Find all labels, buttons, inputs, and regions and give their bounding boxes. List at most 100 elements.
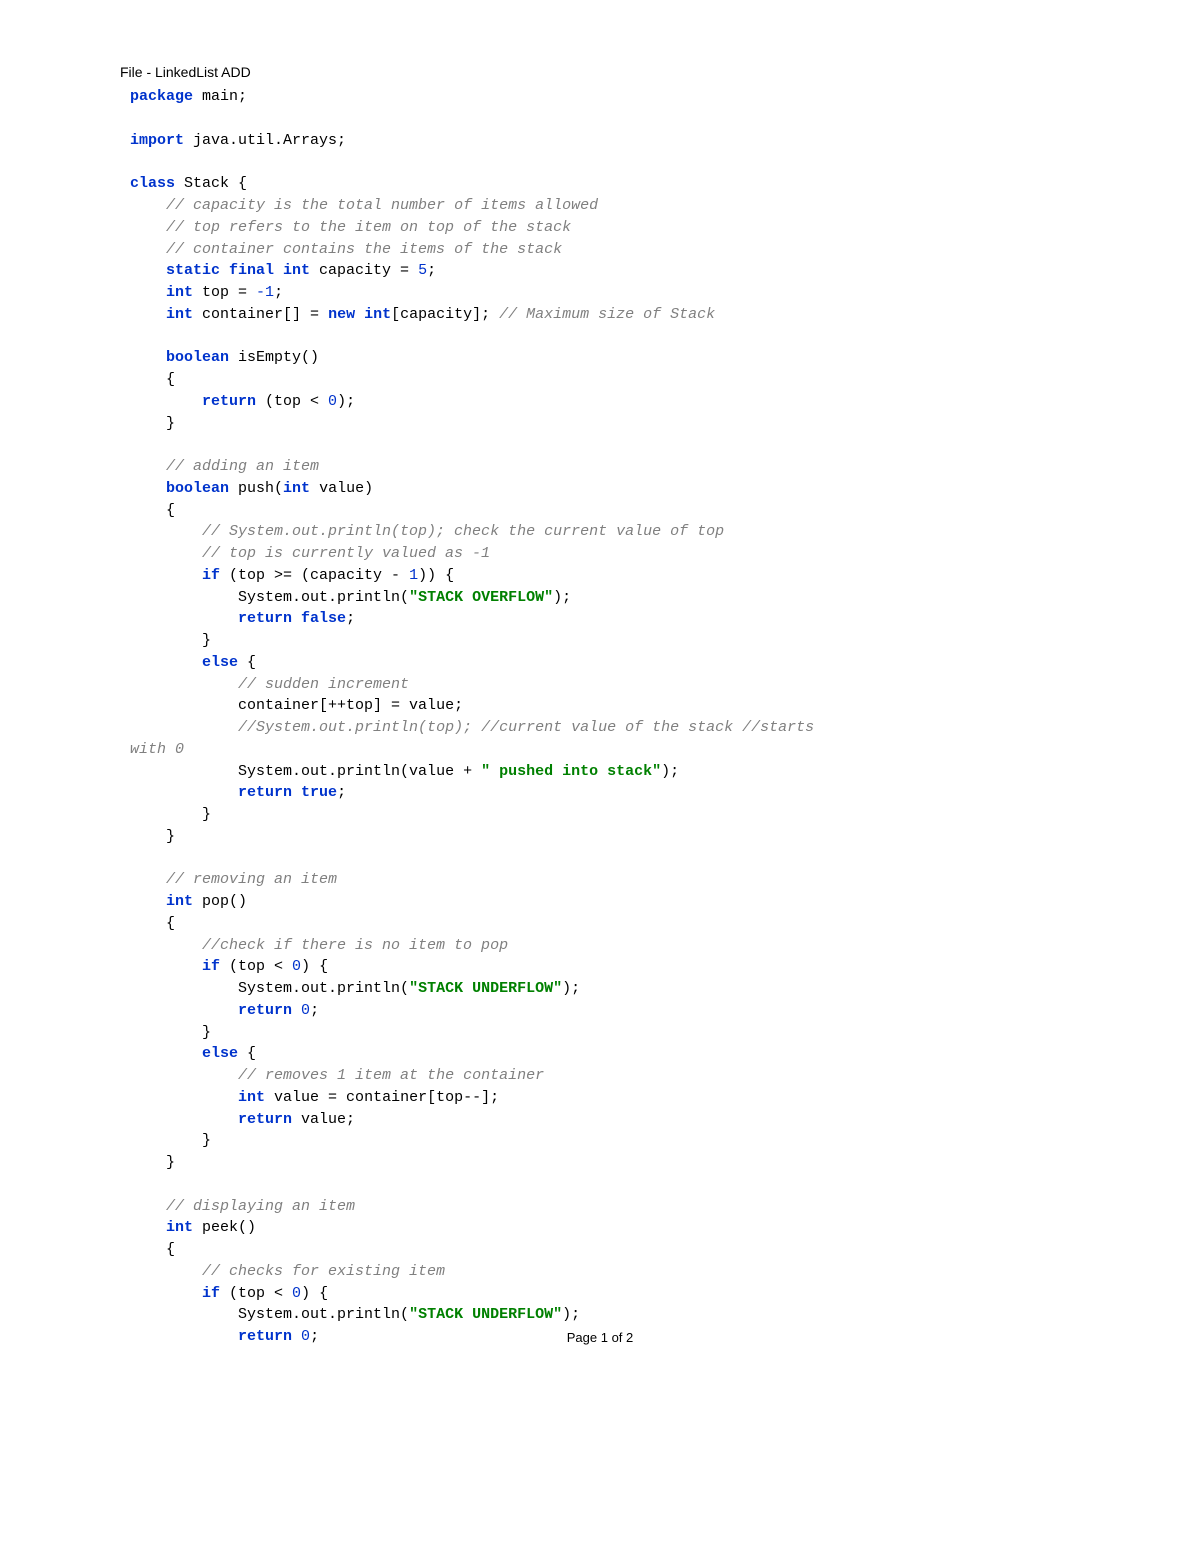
code-token: );	[337, 393, 355, 410]
code-comment: // checks for existing item	[202, 1263, 445, 1280]
code-token: main;	[193, 88, 247, 105]
code-token: }	[166, 415, 175, 432]
code-comment: // sudden increment	[238, 676, 409, 693]
code-token: ;	[310, 1002, 319, 1019]
code-token: return	[238, 1002, 301, 1019]
code-comment: // displaying an item	[166, 1198, 355, 1215]
code-token: }	[202, 1024, 211, 1041]
code-token: System.out.println(	[238, 589, 409, 606]
code-token: 0	[292, 958, 301, 975]
code-token: container[++top] = value;	[238, 697, 463, 714]
code-token: "STACK UNDERFLOW"	[409, 980, 562, 997]
code-token: }	[202, 632, 211, 649]
code-token: ;	[337, 784, 346, 801]
code-token: {	[166, 915, 175, 932]
code-token: container[] =	[193, 306, 328, 323]
code-token: import	[130, 132, 184, 149]
code-comment: // removes 1 item at the container	[238, 1067, 544, 1084]
code-token: 0	[301, 1002, 310, 1019]
code-token: }	[202, 806, 211, 823]
code-token: ) {	[301, 958, 328, 975]
code-token: capacity =	[310, 262, 418, 279]
code-token: {	[166, 371, 175, 388]
code-token: int	[166, 306, 193, 323]
code-token: int	[166, 284, 193, 301]
code-token: )) {	[418, 567, 454, 584]
code-token: value;	[292, 1111, 355, 1128]
page-footer: Page 1 of 2	[0, 1329, 1200, 1348]
code-token: (top >= (capacity -	[220, 567, 409, 584]
code-token: );	[562, 1306, 580, 1323]
code-token: pop()	[193, 893, 247, 910]
code-token: class	[130, 175, 175, 192]
code-token: value = container[top--];	[265, 1089, 499, 1106]
code-token: );	[562, 980, 580, 997]
code-token: );	[553, 589, 571, 606]
code-token: "STACK UNDERFLOW"	[409, 1306, 562, 1323]
code-token: ;	[427, 262, 436, 279]
code-token: static final int	[166, 262, 310, 279]
code-token: isEmpty()	[229, 349, 319, 366]
code-comment: // System.out.println(top); check the cu…	[202, 523, 724, 540]
code-comment: //System.out.println(top); //current val…	[238, 719, 814, 736]
code-token: {	[238, 1045, 256, 1062]
code-comment: // top refers to the item on top of the …	[166, 219, 571, 236]
code-token: new int	[328, 306, 391, 323]
code-token: return	[202, 393, 256, 410]
code-token: int	[166, 1219, 193, 1236]
code-token: 0	[292, 1285, 301, 1302]
code-token: }	[202, 1132, 211, 1149]
code-token: System.out.println(	[238, 980, 409, 997]
code-comment: with 0	[130, 741, 184, 758]
code-comment: // top is currently valued as -1	[202, 545, 490, 562]
code-token: {	[166, 1241, 175, 1258]
code-comment: // adding an item	[166, 458, 319, 475]
code-token: return false	[238, 610, 346, 627]
code-token: ;	[274, 284, 283, 301]
code-comment: //check if there is no item to pop	[202, 937, 508, 954]
code-token: {	[166, 502, 175, 519]
code-token: top =	[193, 284, 256, 301]
code-token: (top <	[256, 393, 328, 410]
code-token: java.util.Arrays;	[184, 132, 346, 149]
code-token: value)	[310, 480, 373, 497]
code-token: ) {	[301, 1285, 328, 1302]
code-comment: // capacity is the total number of items…	[166, 197, 598, 214]
code-token: 0	[328, 393, 337, 410]
code-token: ;	[346, 610, 355, 627]
code-comment: // Maximum size of Stack	[499, 306, 715, 323]
code-token: System.out.println(	[238, 1306, 409, 1323]
code-token: 5	[418, 262, 427, 279]
code-token: (top <	[220, 958, 292, 975]
code-token: push(	[229, 480, 283, 497]
code-token: package	[130, 88, 193, 105]
code-token: int	[166, 893, 193, 910]
code-token: " pushed into stack"	[481, 763, 661, 780]
code-token: boolean	[166, 349, 229, 366]
code-comment: // container contains the items of the s…	[166, 241, 562, 258]
code-token: [capacity];	[391, 306, 499, 323]
code-token: );	[661, 763, 679, 780]
code-token: }	[166, 828, 175, 845]
code-comment: // removing an item	[166, 871, 337, 888]
code-token: "STACK OVERFLOW"	[409, 589, 553, 606]
code-token: peek()	[193, 1219, 256, 1236]
code-token: (top <	[220, 1285, 292, 1302]
code-token: System.out.println(value +	[238, 763, 481, 780]
code-token: else	[202, 654, 238, 671]
code-token: }	[166, 1154, 175, 1171]
code-token: -1	[256, 284, 274, 301]
document-page: File - LinkedList ADD package main; impo…	[0, 0, 1200, 1553]
code-token: {	[238, 654, 256, 671]
code-token: int	[283, 480, 310, 497]
code-token: int	[238, 1089, 265, 1106]
code-token: if	[202, 567, 220, 584]
code-token: boolean	[166, 480, 229, 497]
code-token: if	[202, 1285, 220, 1302]
file-header: File - LinkedList ADD	[120, 62, 1080, 82]
code-token: Stack {	[175, 175, 247, 192]
code-token: if	[202, 958, 220, 975]
code-token: return true	[238, 784, 337, 801]
code-token: 1	[409, 567, 418, 584]
code-token: else	[202, 1045, 238, 1062]
